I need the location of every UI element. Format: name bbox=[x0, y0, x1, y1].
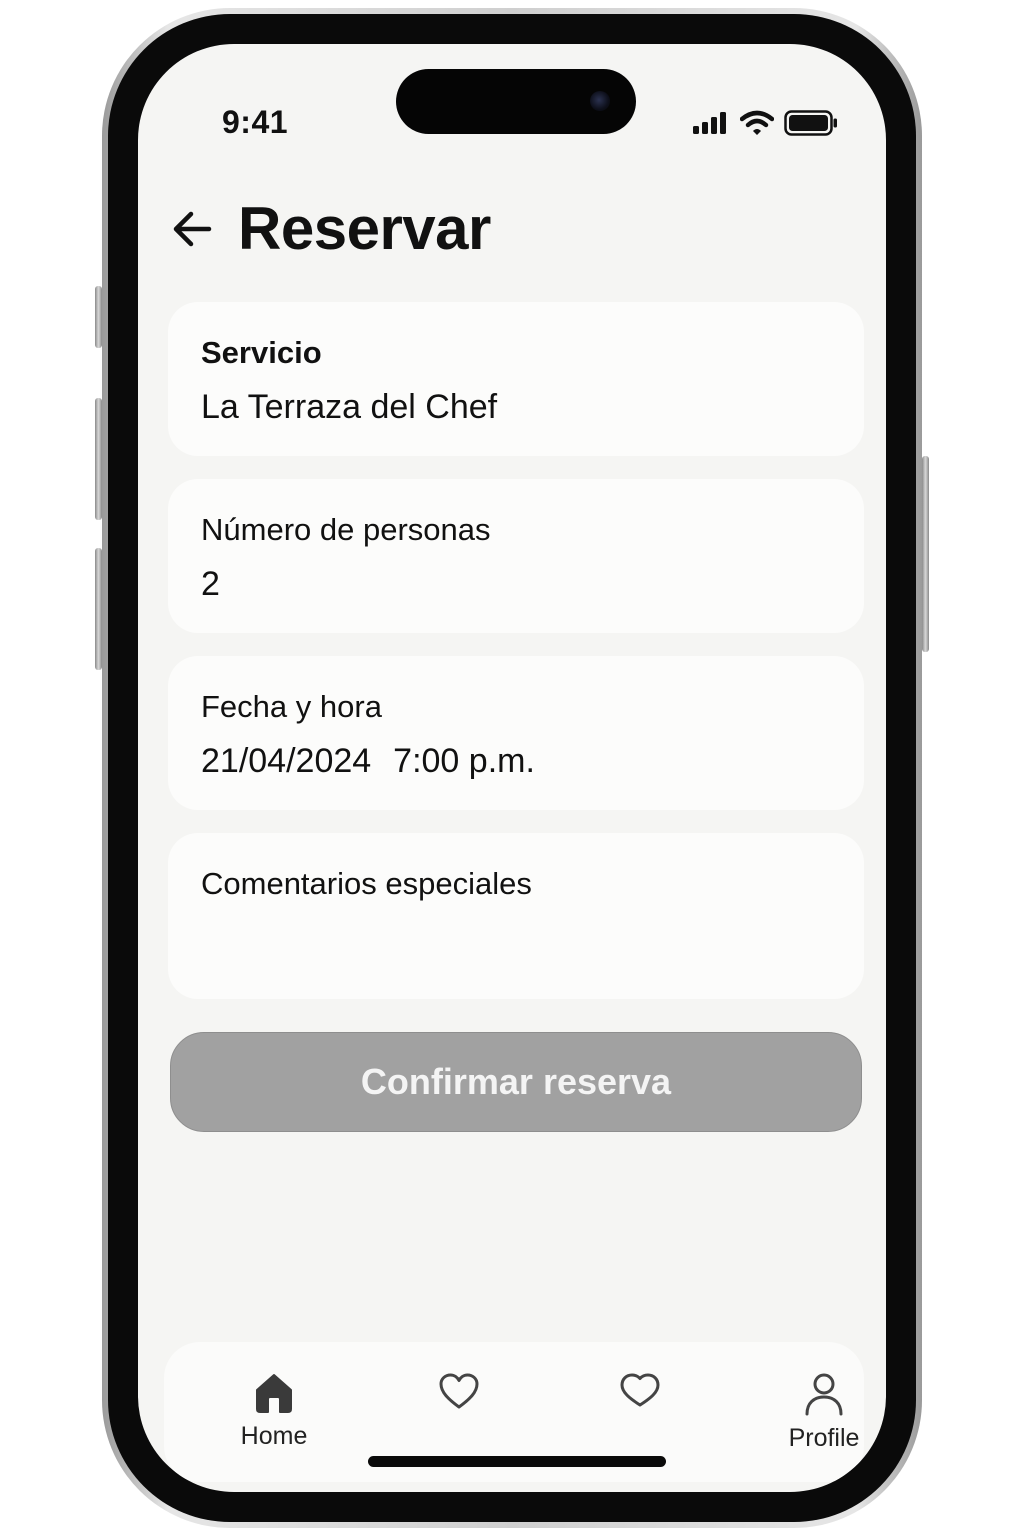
user-icon bbox=[805, 1373, 843, 1416]
volume-up-button bbox=[95, 398, 102, 520]
people-value: 2 bbox=[201, 565, 220, 603]
arrow-left-icon bbox=[173, 211, 212, 246]
datetime-label: Fecha y hora bbox=[201, 689, 382, 724]
power-button bbox=[922, 456, 929, 652]
tab-profile[interactable]: Profile bbox=[764, 1372, 884, 1454]
screen: 9:41 Reservar Servicio La Terraza del Ch… bbox=[138, 44, 886, 1492]
home-indicator[interactable] bbox=[368, 1456, 666, 1467]
header: Reservar bbox=[168, 194, 491, 263]
heart-icon bbox=[620, 1373, 660, 1407]
comments-label: Comentarios especiales bbox=[201, 866, 532, 901]
home-icon bbox=[256, 1374, 292, 1413]
bezel: 9:41 Reservar Servicio La Terraza del Ch… bbox=[108, 14, 916, 1522]
wifi-icon bbox=[740, 110, 774, 135]
tab-home[interactable]: Home bbox=[214, 1372, 334, 1452]
status-icons bbox=[692, 110, 838, 136]
people-field[interactable]: Número de personas 2 bbox=[168, 479, 864, 633]
service-label: Servicio bbox=[201, 335, 322, 370]
date-value[interactable]: 21/04/2024 bbox=[201, 742, 371, 780]
status-time: 9:41 bbox=[222, 104, 289, 140]
volume-down-button bbox=[95, 548, 102, 670]
tab-saved[interactable] bbox=[580, 1372, 700, 1446]
people-label: Número de personas bbox=[201, 512, 491, 547]
camera-icon bbox=[590, 91, 610, 111]
tab-favorites[interactable] bbox=[399, 1372, 519, 1448]
dynamic-island bbox=[396, 69, 636, 134]
service-value: La Terraza del Chef bbox=[201, 388, 498, 426]
phone-frame: 9:41 Reservar Servicio La Terraza del Ch… bbox=[95, 8, 929, 1528]
service-field[interactable]: Servicio La Terraza del Chef bbox=[168, 302, 864, 456]
tab-home-label: Home bbox=[240, 1422, 308, 1450]
confirm-reservation-button[interactable]: Confirmar reserva bbox=[170, 1032, 862, 1132]
datetime-value: 21/04/2024 7:00 p.m. bbox=[201, 742, 535, 781]
heart-icon bbox=[439, 1373, 479, 1409]
action-button bbox=[95, 286, 102, 348]
tab-profile-label: Profile bbox=[788, 1424, 860, 1452]
time-value[interactable]: 7:00 p.m. bbox=[393, 742, 535, 780]
comments-field[interactable]: Comentarios especiales bbox=[168, 833, 864, 999]
back-button[interactable] bbox=[168, 205, 216, 253]
page-title: Reservar bbox=[238, 195, 491, 262]
battery-icon bbox=[784, 110, 837, 136]
cellular-signal-icon bbox=[693, 112, 726, 134]
datetime-field[interactable]: Fecha y hora 21/04/2024 7:00 p.m. bbox=[168, 656, 864, 810]
